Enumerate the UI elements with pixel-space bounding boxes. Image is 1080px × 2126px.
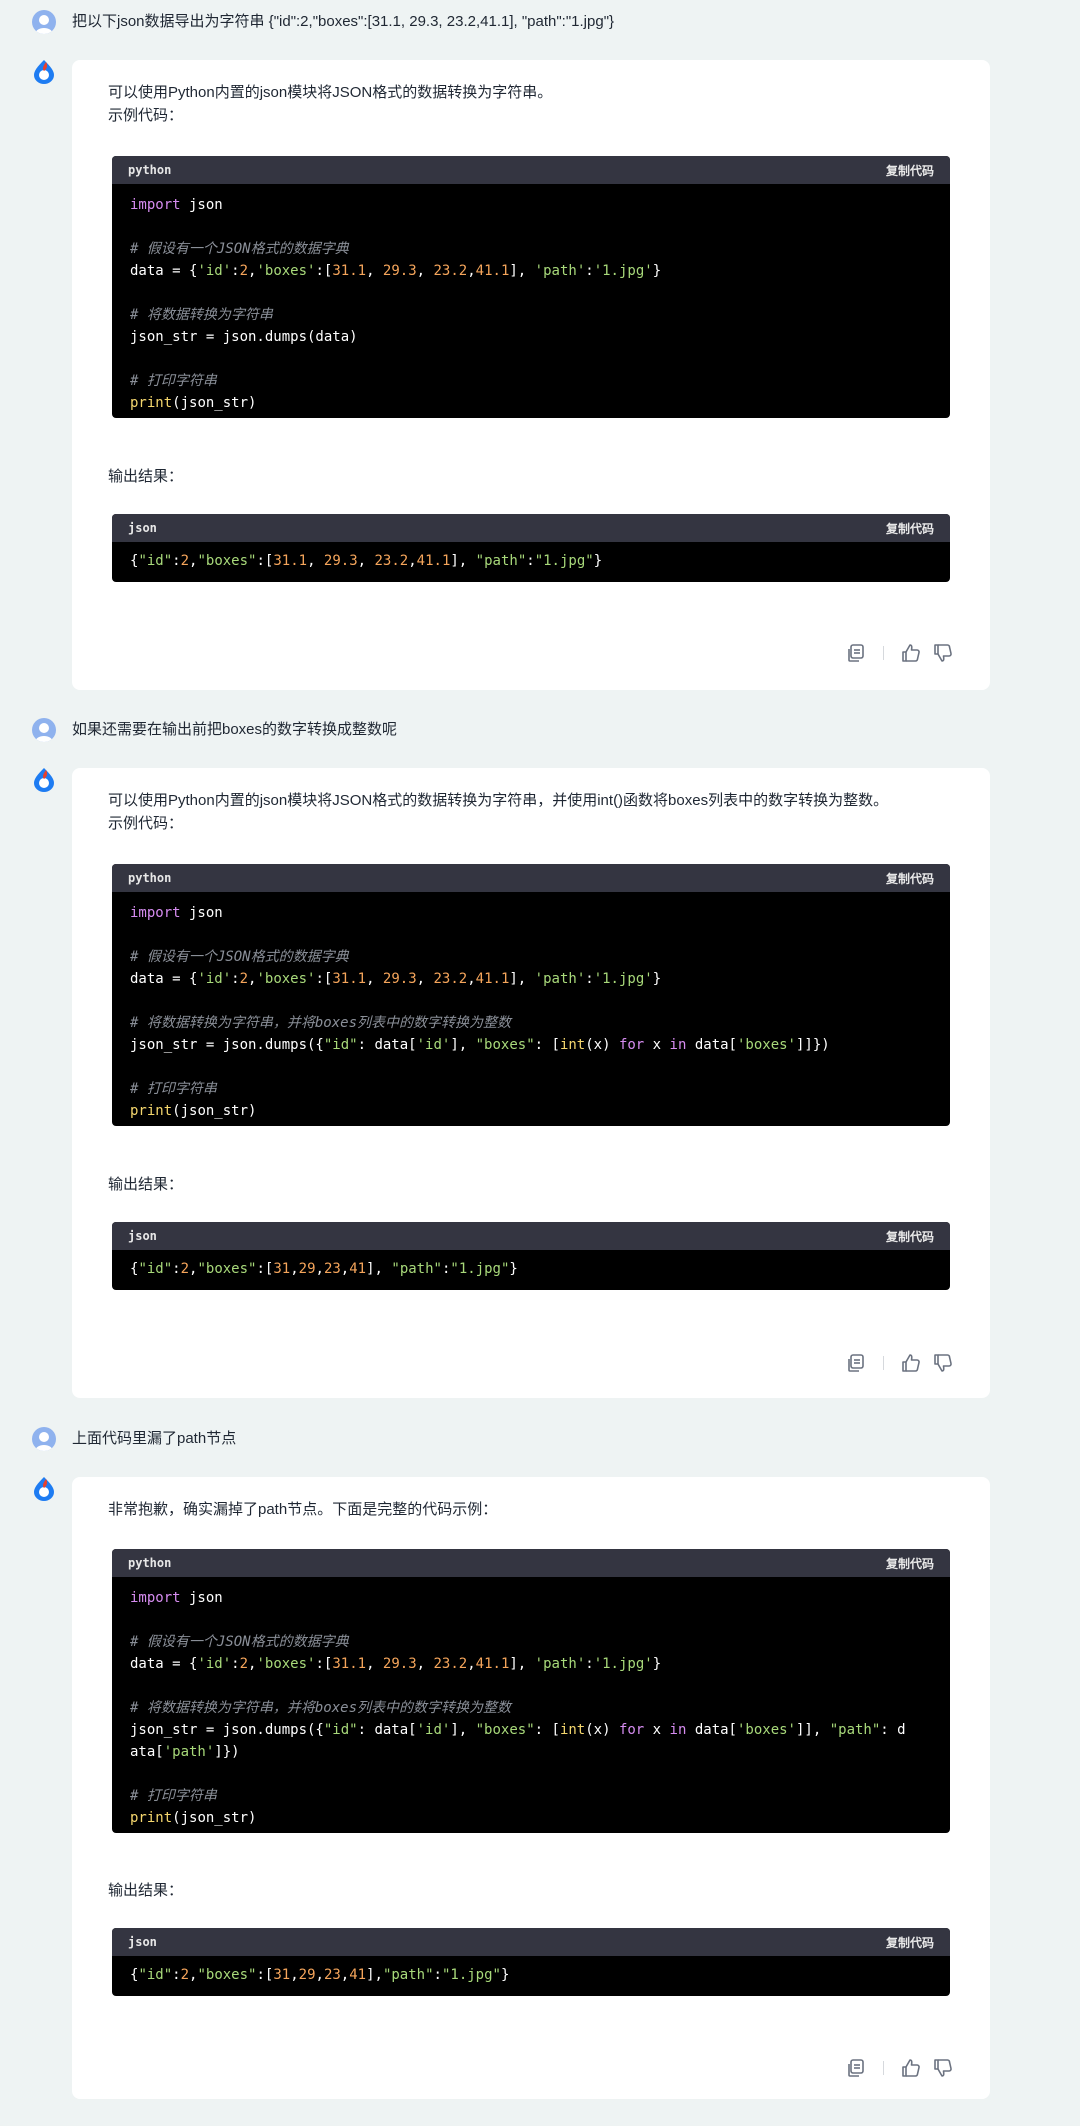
user-avatar-icon — [32, 718, 56, 742]
copy-code-button[interactable]: 复制代码 — [886, 162, 934, 179]
code-block-json: json 复制代码 {"id":2,"boxes":[31,29,23,41],… — [112, 1222, 950, 1290]
bot-logo-icon — [32, 1475, 56, 1501]
code-content: {"id":2,"boxes":[31.1, 29.3, 23.2,41.1],… — [130, 553, 603, 569]
code-comment: # 打印字符串 — [130, 373, 217, 389]
code-block-python: python 复制代码 import json # 假设有一个JSON格式的数据… — [112, 1549, 950, 1833]
code-content: import json # 假设有一个JSON格式的数据字典 data = {'… — [130, 1590, 906, 1826]
user-avatar-icon — [32, 10, 56, 34]
answer-card-3: 非常抱歉，确实漏掉了path节点。下面是完整的代码示例： python 复制代码… — [72, 1477, 990, 2099]
copy-icon[interactable] — [845, 1352, 867, 1374]
user-message-text: 上面代码里漏了path节点 — [72, 1430, 237, 1447]
code-language: python — [128, 1556, 172, 1570]
code-block-python: python 复制代码 import json # 假设有一个JSON格式的数据… — [112, 864, 950, 1126]
answer-card-1: 可以使用Python内置的json模块将JSON格式的数据转换为字符串。 示例代… — [72, 60, 990, 690]
thumbs-down-icon[interactable] — [932, 1352, 954, 1374]
answer-intro: 可以使用Python内置的json模块将JSON格式的数据转换为字符串，并使用i… — [108, 792, 889, 809]
code-comment: # 假设有一个JSON格式的数据字典 — [130, 949, 349, 965]
code-header: json 复制代码 — [112, 514, 950, 542]
user-message-3: 上面代码里漏了path节点 — [0, 1427, 1080, 1451]
answer-card-2: 可以使用Python内置的json模块将JSON格式的数据转换为字符串，并使用i… — [72, 768, 990, 1398]
code-language: python — [128, 163, 172, 177]
bot-logo-icon — [32, 766, 56, 792]
thumbs-up-icon[interactable] — [900, 1352, 922, 1374]
output-label: 输出结果： — [108, 1882, 184, 1899]
thumbs-up-icon[interactable] — [900, 642, 922, 664]
code-content: {"id":2,"boxes":[31,29,23,41],"path":"1.… — [130, 1967, 510, 1983]
example-label: 示例代码： — [108, 107, 184, 124]
code-header: python 复制代码 — [112, 156, 950, 184]
answer-intro: 非常抱歉，确实漏掉了path节点。下面是完整的代码示例： — [108, 1501, 498, 1518]
bot-logo-icon — [32, 58, 56, 84]
code-content: import json # 假设有一个JSON格式的数据字典 data = {'… — [130, 197, 662, 411]
code-header: json 复制代码 — [112, 1222, 950, 1250]
example-label: 示例代码： — [108, 815, 184, 832]
code-content: import json # 假设有一个JSON格式的数据字典 data = {'… — [130, 905, 830, 1119]
code-header: python 复制代码 — [112, 864, 950, 892]
user-avatar-icon — [32, 1427, 56, 1451]
answer-actions — [845, 2057, 954, 2079]
user-message-1: 把以下json数据导出为字符串 {"id":2,"boxes":[31.1, 2… — [0, 10, 1080, 34]
copy-code-button[interactable]: 复制代码 — [886, 1228, 934, 1245]
copy-icon[interactable] — [845, 2057, 867, 2079]
code-comment: # 将数据转换为字符串 — [130, 307, 273, 323]
answer-actions — [845, 1352, 954, 1374]
copy-icon[interactable] — [845, 642, 867, 664]
code-comment: # 假设有一个JSON格式的数据字典 — [130, 1634, 349, 1650]
code-comment: # 将数据转换为字符串，并将boxes列表中的数字转换为整数 — [130, 1700, 511, 1716]
divider — [883, 2061, 884, 2075]
copy-code-button[interactable]: 复制代码 — [886, 1555, 934, 1572]
copy-code-button[interactable]: 复制代码 — [886, 520, 934, 537]
code-language: json — [128, 521, 157, 535]
code-language: python — [128, 871, 172, 885]
code-comment: # 打印字符串 — [130, 1081, 217, 1097]
user-message-text: 如果还需要在输出前把boxes的数字转换成整数呢 — [72, 721, 398, 738]
code-header: json 复制代码 — [112, 1928, 950, 1956]
divider — [883, 646, 884, 660]
thumbs-up-icon[interactable] — [900, 2057, 922, 2079]
code-block-json: json 复制代码 {"id":2,"boxes":[31,29,23,41],… — [112, 1928, 950, 1996]
code-block-json: json 复制代码 {"id":2,"boxes":[31.1, 29.3, 2… — [112, 514, 950, 582]
thumbs-down-icon[interactable] — [932, 642, 954, 664]
output-label: 输出结果： — [108, 468, 184, 485]
output-label: 输出结果： — [108, 1176, 184, 1193]
code-header: python 复制代码 — [112, 1549, 950, 1577]
code-language: json — [128, 1229, 157, 1243]
code-content: {"id":2,"boxes":[31,29,23,41], "path":"1… — [130, 1261, 518, 1277]
answer-intro: 可以使用Python内置的json模块将JSON格式的数据转换为字符串。 — [108, 84, 553, 101]
answer-actions — [845, 642, 954, 664]
copy-code-button[interactable]: 复制代码 — [886, 870, 934, 887]
user-message-2: 如果还需要在输出前把boxes的数字转换成整数呢 — [0, 718, 1080, 742]
code-block-python: python 复制代码 import json # 假设有一个JSON格式的数据… — [112, 156, 950, 418]
thumbs-down-icon[interactable] — [932, 2057, 954, 2079]
code-comment: # 打印字符串 — [130, 1788, 217, 1804]
code-comment: # 将数据转换为字符串，并将boxes列表中的数字转换为整数 — [130, 1015, 511, 1031]
code-line-dumps: json_str = json.dumps(data) — [130, 329, 358, 345]
code-comment: # 假设有一个JSON格式的数据字典 — [130, 241, 349, 257]
code-line-import: import json — [130, 197, 223, 213]
copy-code-button[interactable]: 复制代码 — [886, 1934, 934, 1951]
code-language: json — [128, 1935, 157, 1949]
divider — [883, 1356, 884, 1370]
user-message-text: 把以下json数据导出为字符串 {"id":2,"boxes":[31.1, 2… — [72, 13, 615, 30]
